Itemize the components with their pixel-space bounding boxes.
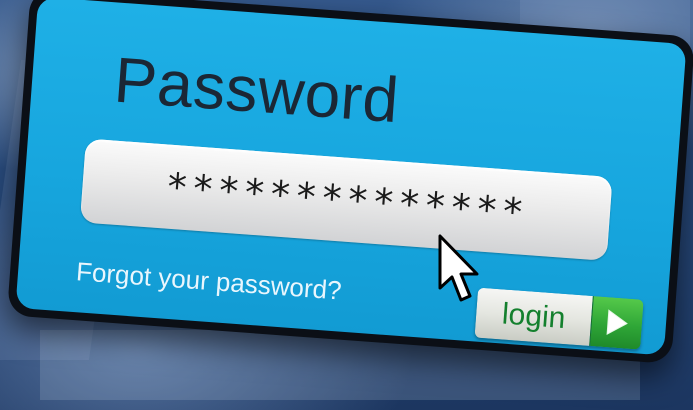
login-panel: Password ************** Forgot your pass… xyxy=(6,0,693,364)
password-heading: Password xyxy=(111,43,402,137)
login-button[interactable]: login xyxy=(474,287,644,350)
password-input[interactable]: ************** xyxy=(79,138,613,261)
play-arrow-icon xyxy=(589,296,644,350)
mouse-pointer-icon xyxy=(437,234,483,308)
forgot-password-link[interactable]: Forgot your password? xyxy=(75,256,342,306)
login-panel-body: Password ************** Forgot your pass… xyxy=(15,0,687,356)
login-button-label: login xyxy=(474,287,593,346)
